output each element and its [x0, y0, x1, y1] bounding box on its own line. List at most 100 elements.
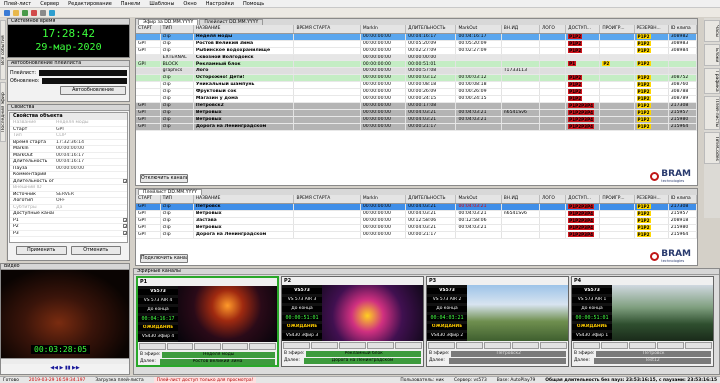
- menu-item[interactable]: Сервер: [40, 0, 59, 8]
- column-header[interactable]: РЕЗЕРВН...: [634, 195, 669, 204]
- table-row[interactable]: GPI clip Дорога на Ленинградском 00:00:00:0…: [136, 123, 698, 131]
- menu-item[interactable]: Панели: [121, 0, 141, 8]
- checkbox[interactable]: ✓: [123, 217, 127, 222]
- property-value[interactable]: [54, 231, 123, 237]
- column-header[interactable]: ДЛИТЕЛЬНОСТЬ: [405, 195, 457, 204]
- play-icon[interactable]: [601, 342, 628, 349]
- disable-channels-button[interactable]: Отключить каналы: [140, 174, 188, 183]
- column-header[interactable]: ПРОИГР...: [599, 25, 635, 34]
- column-header[interactable]: MarkIn: [360, 195, 407, 204]
- column-header[interactable]: MarkOut: [455, 195, 502, 204]
- column-header[interactable]: ВРЕМЯ СТАРТА: [293, 25, 361, 34]
- column-header[interactable]: ID клипа: [668, 25, 698, 34]
- property-value[interactable]: [54, 179, 123, 185]
- delete-icon[interactable]: [31, 9, 37, 16]
- column-header[interactable]: MarkIn: [360, 25, 407, 34]
- column-header[interactable]: РЕЗЕРВН...: [634, 25, 669, 34]
- table-row[interactable]: GPI clip Рыбинское водохранилище 00:00:00:0…: [136, 47, 698, 55]
- column-header[interactable]: ДОСТУП...: [565, 195, 601, 204]
- menu-item[interactable]: Редактирование: [68, 0, 112, 8]
- autoupdate-button[interactable]: Автообновление: [60, 86, 126, 95]
- column-header[interactable]: MarkOut: [455, 25, 502, 34]
- pause-icon[interactable]: [194, 343, 221, 350]
- property-value[interactable]: [54, 172, 127, 178]
- column-header[interactable]: ВРЕМЯ СТАРТА: [293, 195, 361, 204]
- settings-icon[interactable]: [40, 9, 46, 16]
- apply-button[interactable]: Применить: [16, 246, 67, 255]
- tab-last-air[interactable]: Последний эфир: [0, 82, 6, 142]
- table-row[interactable]: clip Фруктовый сок 00:00:00:00 00:00:26:09 0…: [136, 88, 698, 96]
- table-row[interactable]: clip Неделя моды 00:00:00:00 00:04:16:17 00:…: [136, 33, 698, 41]
- table-row[interactable]: GPI clip Ветровых 00:00:00:00 00:04:03:21 00:…: [136, 116, 698, 124]
- table-row[interactable]: GPI clip Ростов Великий Зима 00:00:00:00 00:…: [136, 40, 698, 48]
- menu-item[interactable]: Окно: [183, 0, 196, 8]
- refresh-icon[interactable]: [49, 9, 55, 16]
- play-icon[interactable]: [311, 342, 338, 349]
- property-value[interactable]: 00:00:00:00: [54, 146, 127, 152]
- rewind-icon[interactable]: [428, 342, 455, 349]
- column-header[interactable]: ЛОГО: [539, 25, 567, 34]
- connect-channels-button[interactable]: Подключить каналы: [140, 254, 188, 263]
- menu-item[interactable]: Помощь: [243, 0, 264, 8]
- forward-icon[interactable]: [221, 343, 249, 350]
- stop-icon[interactable]: [540, 342, 567, 349]
- property-value[interactable]: CLIP: [54, 133, 127, 139]
- property-value[interactable]: [54, 224, 123, 230]
- property-value[interactable]: [54, 185, 127, 191]
- property-value[interactable]: 17:32:36:14: [54, 140, 127, 146]
- tab-all-events[interactable]: Все события: [0, 20, 6, 80]
- video-controls[interactable]: ◀◀ ▶ ▮▮ ▶▶: [1, 364, 129, 373]
- playlist-field[interactable]: [38, 70, 127, 76]
- column-header[interactable]: СТАРТ: [136, 195, 161, 204]
- property-value[interactable]: OFF: [54, 198, 127, 204]
- column-header[interactable]: НАЗВАНИЕ: [193, 25, 295, 34]
- open-icon[interactable]: [13, 9, 19, 16]
- tab-playlist[interactable]: Плейлист DD.MM.YYYY: [199, 19, 264, 25]
- table-row[interactable]: GPI BLOCK Рекламный блок 00:00:00:00 00:00:5…: [136, 60, 698, 68]
- table-row[interactable]: GPI clip Ветровых 00:00:00:00 00:04:03:21 00:…: [136, 210, 698, 218]
- column-header[interactable]: СТАРТ: [136, 25, 161, 34]
- pause-icon[interactable]: [484, 342, 511, 349]
- table-row[interactable]: GPI clip Ветровых 00:00:00:00 00:04:03:21 00:…: [136, 109, 698, 117]
- column-header[interactable]: ПРОИГР...: [599, 195, 635, 204]
- tab-clock[interactable]: Часы: [704, 20, 720, 42]
- cancel-button[interactable]: Отменить: [70, 246, 121, 255]
- column-header[interactable]: ТИП: [160, 195, 194, 204]
- column-header[interactable]: ID клипа: [668, 195, 698, 204]
- tab-air[interactable]: Эфир за DD.MM.YYYY: [138, 19, 199, 25]
- property-value[interactable]: 00:04:16:17: [54, 153, 127, 159]
- table-row[interactable]: GPI clip Застава 00:00:00:00 00:12:58:06 00:1…: [136, 217, 698, 225]
- rewind-icon[interactable]: [283, 342, 310, 349]
- column-header[interactable]: ДОСТУП...: [565, 25, 601, 34]
- column-header[interactable]: ТИП: [160, 25, 194, 34]
- stop-icon[interactable]: [395, 342, 422, 349]
- tab-timecodes[interactable]: TimeCodes: [704, 132, 720, 164]
- new-icon[interactable]: [4, 9, 10, 16]
- forward-icon[interactable]: [367, 342, 394, 349]
- checkbox[interactable]: ✓: [123, 230, 127, 235]
- column-header[interactable]: ВН.ИД: [501, 195, 540, 204]
- property-value[interactable]: 00:00:00:00: [54, 166, 127, 172]
- save-icon[interactable]: [22, 9, 28, 16]
- column-header[interactable]: ЛОГО: [539, 195, 567, 204]
- menu-item[interactable]: Настройки: [206, 0, 234, 8]
- menu-item[interactable]: Шаблоны: [149, 0, 174, 8]
- play-icon[interactable]: [456, 342, 483, 349]
- table-row[interactable]: clip Уникальный шампунь 00:00:00:00 00:00:0…: [136, 81, 698, 89]
- forward-icon[interactable]: [512, 342, 539, 349]
- property-value[interactable]: Неделя моды: [54, 120, 127, 126]
- property-value[interactable]: 00:04:16:17: [54, 159, 127, 165]
- table-row[interactable]: GPI clip Петровск 00:00:00:00 00:04:03:21 00:…: [136, 203, 698, 211]
- pause-icon[interactable]: [339, 342, 366, 349]
- table-row[interactable]: GPI clip Петровск2 00:00:00:00 00:00:17:08 P1…: [136, 102, 698, 110]
- property-row[interactable]: P3 ✓: [10, 230, 127, 237]
- column-header[interactable]: ДЛИТЕЛЬНОСТЬ: [405, 25, 457, 34]
- table-row[interactable]: GPI clip Дорога на Ленинградском 00:00:00:0…: [136, 231, 698, 239]
- column-header[interactable]: ВН.ИД: [501, 25, 540, 34]
- property-value[interactable]: Да: [54, 205, 127, 211]
- tab-blocks[interactable]: Блоки: [704, 44, 720, 66]
- tab-graphics[interactable]: Графика: [704, 68, 720, 94]
- table-row[interactable]: clip Осторожно! Дети! 00:00:00:00 00:00:03:…: [136, 74, 698, 82]
- menu-item[interactable]: Плей-лист: [4, 0, 31, 8]
- rewind-icon[interactable]: [139, 343, 166, 350]
